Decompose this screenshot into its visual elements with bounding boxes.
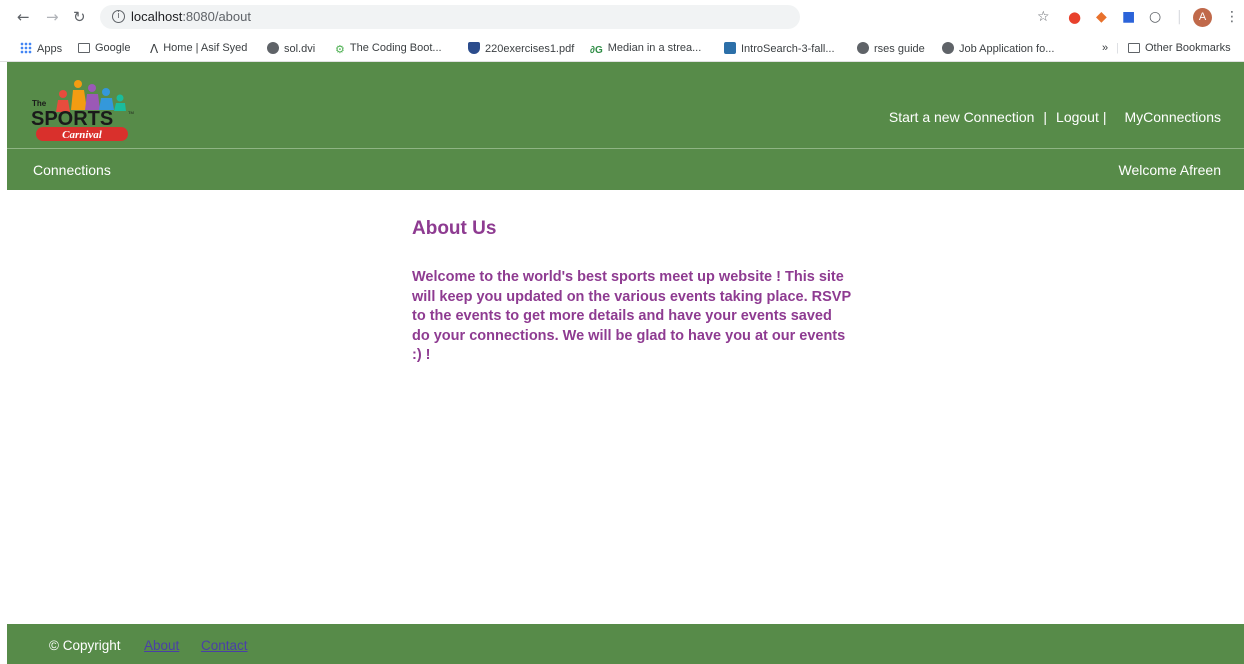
url-text[interactable]: localhost:8080/about [131,9,251,24]
bookmark-label: 220exercises1.pdf [485,43,575,55]
logo-tm: TM [128,110,134,115]
nav-separator: | [1043,109,1048,125]
bookmark-introsearch[interactable]: IntroSearch-3-fall... [724,42,835,55]
opera-extension-icon[interactable]: ● [1068,9,1081,25]
apps-grid-icon [20,42,32,54]
square-icon [724,42,736,54]
flame-extension-icon[interactable]: ◆ [1096,9,1107,25]
bookmark-label: sol.dvi [284,43,316,55]
reload-icon[interactable]: ↻ [73,8,86,26]
logout-link[interactable]: Logout [1056,109,1099,125]
browser-toolbar: ← → ↻ i localhost:8080/about ☆ ● ◆ ■ ○ |… [0,0,1244,36]
shield-icon [468,42,480,54]
bookmark-label: IntroSearch-3-fall... [741,43,835,55]
site-header: The SPORTS TM Carnival Start a new Conne… [7,62,1244,148]
folder-icon [1128,43,1140,53]
more-menu-icon[interactable]: ⋮ [1225,9,1239,25]
a-letter-icon: Λ [150,42,159,56]
page-title: About Us [412,218,497,239]
globe-icon [267,42,279,54]
forward-arrow-icon[interactable]: → [46,8,59,26]
sports-carnival-logo[interactable]: The SPORTS TM Carnival [30,70,140,142]
about-content: About Us Welcome to the world's best spo… [412,218,862,366]
connections-link[interactable]: Connections [33,162,111,178]
url-path: :8080/about [182,9,251,24]
globe-icon [857,42,869,54]
back-arrow-icon[interactable]: ← [17,8,30,26]
footer-contact-link[interactable]: Contact [201,638,248,653]
sub-header: Connections Welcome Afreen [7,148,1244,190]
blue-extension-icon[interactable]: ■ [1122,9,1135,25]
site-footer: © Copyright About Contact [7,624,1244,664]
bookmarks-overflow-button[interactable]: » [1102,42,1108,54]
about-paragraph: Welcome to the world's best sports meet … [412,269,851,363]
bookmark-220exercises[interactable]: 220exercises1.pdf [468,42,574,55]
header-nav: Start a new Connection | Logout | MyConnecti… [889,109,1221,125]
url-host: localhost [131,9,183,24]
other-bookmarks[interactable]: Other Bookmarks [1128,42,1231,54]
bookmark-label: Google [95,42,131,54]
info-icon[interactable]: i [112,10,125,23]
toolbar-divider: | [1177,9,1182,25]
code-icon: ⚙ [335,43,345,56]
logo-the: The [32,99,47,108]
logo-carnival: Carnival [62,129,103,141]
logo-sports: SPORTS [31,108,113,130]
bookmark-coding-boot[interactable]: ⚙ The Coding Boot... [335,42,442,56]
bookmark-job-application[interactable]: Job Application fo... [942,42,1054,55]
bookmark-label: The Coding Boot... [349,42,442,54]
bookmark-google[interactable]: Google [78,42,130,54]
bookmark-label: Job Application fo... [959,43,1055,55]
bookmark-rses-guide[interactable]: rses guide [857,42,925,55]
globe-icon [942,42,954,54]
start-connection-link[interactable]: Start a new Connection [889,109,1035,125]
other-bookmarks-label: Other Bookmarks [1145,42,1231,54]
folder-icon [78,43,90,53]
copyright-text: © Copyright [49,638,121,653]
bookmark-home-asif[interactable]: Λ Home | Asif Syed [150,42,248,56]
bookmark-label: Home | Asif Syed [163,42,248,54]
bookmark-sol-dvi[interactable]: sol.dvi [267,42,315,55]
bookmark-label: Apps [37,43,63,55]
my-connections-link[interactable]: MyConnections [1125,109,1222,125]
bookmarks-bar: Apps Google Λ Home | Asif Syed sol.dvi ⚙ T… [0,36,1244,62]
nav-separator: | [1102,109,1107,125]
circle-extension-icon[interactable]: ○ [1149,9,1161,25]
welcome-text: Welcome Afreen [1118,162,1221,178]
bookmark-apps[interactable]: Apps [20,42,62,55]
bookmarks-divider: | [1116,42,1119,54]
bookmark-median[interactable]: ∂G Median in a strea... [590,42,701,57]
bookmark-label: rses guide [874,43,925,55]
geeks-icon: ∂G [590,45,603,56]
star-icon[interactable]: ☆ [1037,9,1050,25]
bookmark-label: Median in a strea... [607,42,702,54]
profile-avatar[interactable]: A [1193,8,1212,27]
footer-about-link[interactable]: About [144,638,179,653]
